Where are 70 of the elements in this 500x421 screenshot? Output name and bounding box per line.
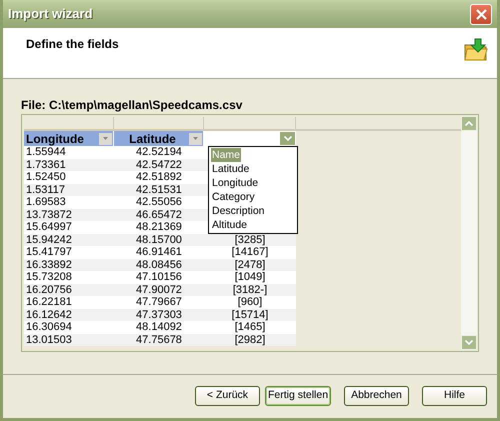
table-cell: 16.12642 xyxy=(26,308,72,320)
table-cell: 42.52194 xyxy=(136,146,182,158)
table-cell: 42.54722 xyxy=(136,158,182,170)
table-cell: 1.53117 xyxy=(26,184,65,196)
table-cell: [15714] xyxy=(232,308,268,320)
dialog-button[interactable]: Hilfe xyxy=(422,386,487,406)
table-cell: 42.51892 xyxy=(136,171,182,183)
table-cell: 13.01503 xyxy=(26,334,72,346)
table-cell: 16.22181 xyxy=(26,296,72,308)
caret-icon xyxy=(103,137,108,140)
table-cell: 47.79667 xyxy=(136,296,182,308)
chevron-down-icon xyxy=(284,136,292,141)
table-cell: 16.33892 xyxy=(26,258,72,270)
table-cell: 1.73361 xyxy=(26,158,66,170)
folder-arrow-icon xyxy=(463,37,489,63)
close-button[interactable] xyxy=(470,4,492,24)
table-cell: 16.30694 xyxy=(26,321,72,333)
table-cell: 15.64997 xyxy=(26,221,72,233)
window-title: Import wizard xyxy=(8,5,93,24)
table-cell: 47.75678 xyxy=(136,334,182,346)
scroll-down-button[interactable] xyxy=(461,335,477,350)
table-cell: 47.37303 xyxy=(136,308,182,320)
column-header[interactable]: Latitude xyxy=(114,131,204,146)
table-cell: 15.41797 xyxy=(26,246,72,258)
table-cell: 48.15700 xyxy=(136,234,182,246)
table-cell: 1.52450 xyxy=(26,171,66,183)
table-cell: [3285] xyxy=(234,234,266,246)
dialog-button[interactable]: Fertig stellen xyxy=(265,386,331,406)
table-cell: 47.10156 xyxy=(136,271,182,283)
table-cell: 16.20756 xyxy=(26,284,72,296)
chevron-down-icon xyxy=(465,340,473,345)
table-cell: [2478] xyxy=(234,258,266,270)
table-cell: 13.73872 xyxy=(26,208,72,220)
file-path-label: File: C:\temp\magellan\Speedcams.csv xyxy=(21,97,244,113)
table-cell: 47.90072 xyxy=(136,284,182,296)
dropdown-option[interactable]: Altitude xyxy=(211,218,248,232)
close-icon xyxy=(476,8,486,20)
dropdown-button[interactable] xyxy=(280,132,295,145)
table-cell: 1.69583 xyxy=(26,196,66,208)
column-header[interactable]: Longitude xyxy=(24,131,114,146)
table-cell: 1.55944 xyxy=(26,146,66,158)
table-cell: 48.08456 xyxy=(136,258,182,270)
table-cell: 48.21369 xyxy=(136,221,182,233)
dropdown-option[interactable]: Longitude xyxy=(211,176,260,190)
table-cell: 48.14092 xyxy=(136,321,182,333)
dropdown-option[interactable]: Description xyxy=(211,204,266,218)
chevron-up-icon xyxy=(465,121,473,126)
table-cell: 42.51531 xyxy=(136,184,182,196)
field-combo-box[interactable] xyxy=(204,131,296,146)
table-cell: 46.91461 xyxy=(136,246,182,258)
scroll-up-button[interactable] xyxy=(461,116,477,131)
dialog-button[interactable]: < Zurück xyxy=(195,386,260,406)
caret-icon xyxy=(193,137,198,140)
dropdown-option[interactable]: Latitude xyxy=(211,162,250,176)
scrollbar[interactable] xyxy=(461,116,477,350)
table-cell: 15.73208 xyxy=(26,271,72,283)
table-cell: 46.65472 xyxy=(136,208,182,220)
table-cell: [960] xyxy=(238,296,262,308)
step-title: Define the fields xyxy=(26,36,119,53)
dropdown-option[interactable]: Category xyxy=(211,190,256,204)
table-cell: [3182-] xyxy=(232,284,268,296)
table-cell: [14167] xyxy=(232,246,268,258)
table-cell: [2982] xyxy=(234,334,266,346)
table-cell: 42.55056 xyxy=(136,196,182,208)
dropdown-button[interactable] xyxy=(189,132,202,144)
table-cell: [1049] xyxy=(234,271,266,283)
table-cell: 15.94242 xyxy=(26,234,72,246)
table-cell: [1465] xyxy=(234,321,266,333)
dropdown-button[interactable] xyxy=(99,132,112,144)
dialog-button[interactable]: Abbrechen xyxy=(344,386,409,406)
